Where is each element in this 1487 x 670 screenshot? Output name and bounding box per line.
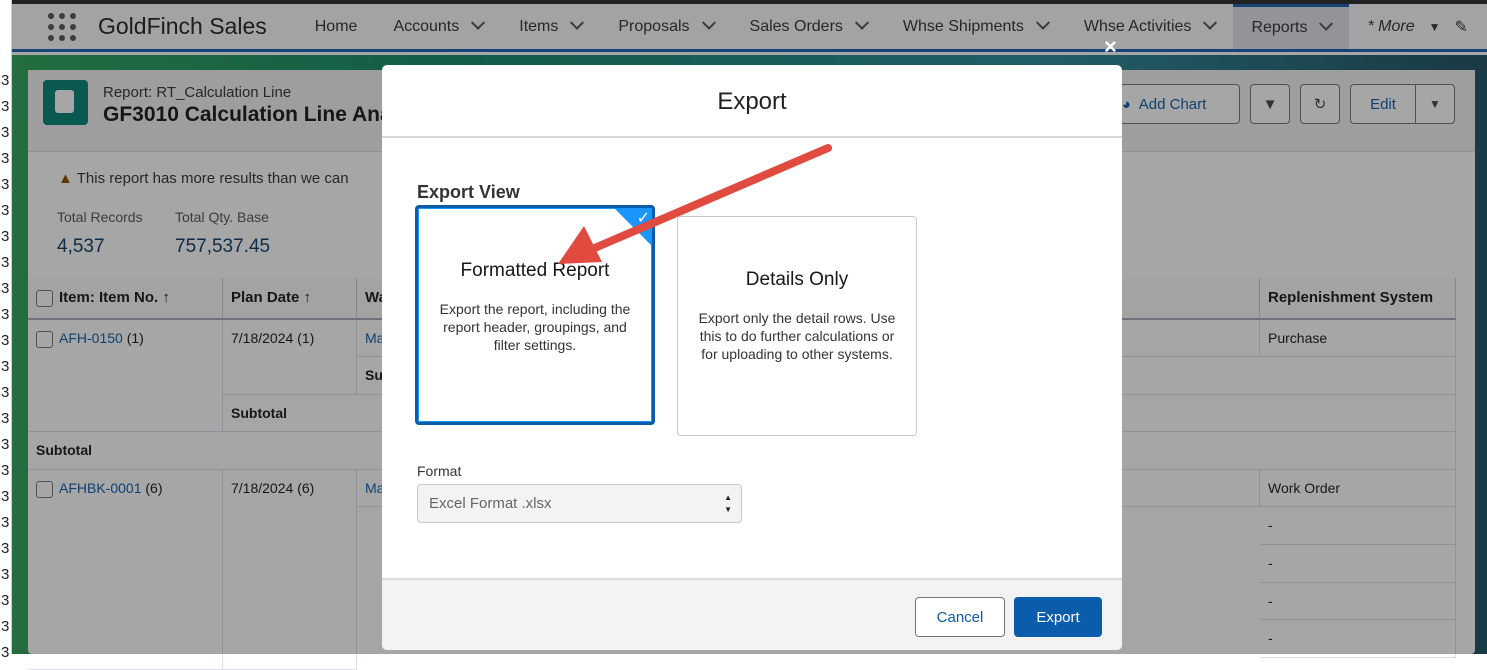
- annotation-arrow: [558, 144, 832, 264]
